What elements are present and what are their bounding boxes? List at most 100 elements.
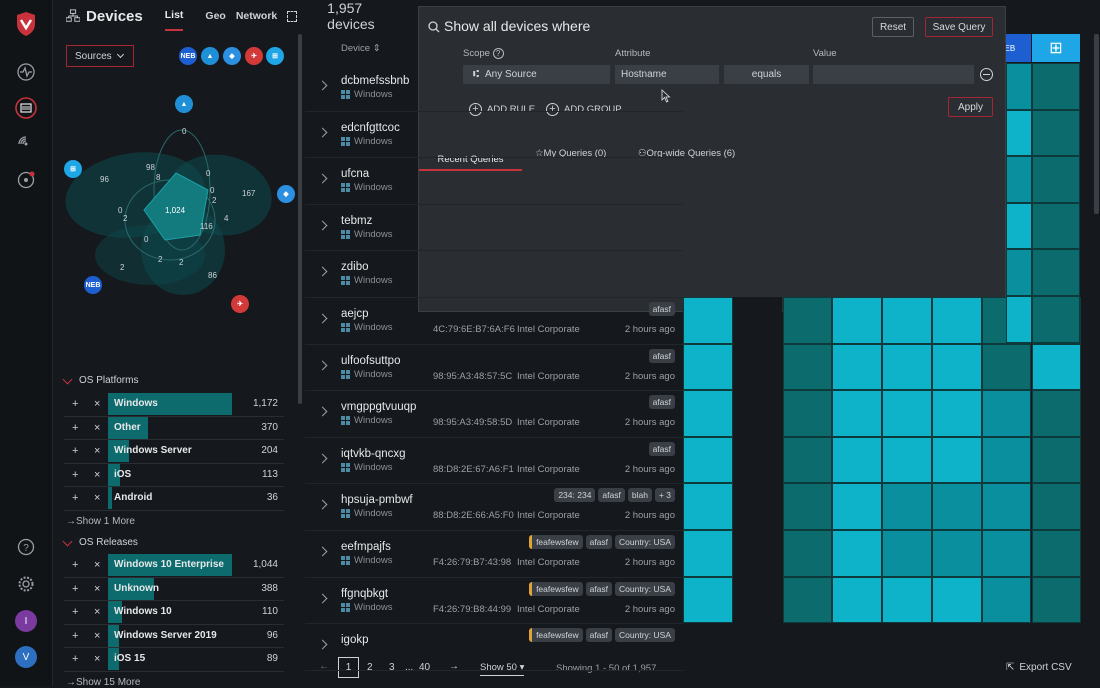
exclude-x-icon[interactable]: × (94, 445, 100, 457)
settings-icon[interactable] (14, 572, 38, 596)
tag-badge[interactable]: afasf (648, 348, 675, 363)
exclude-x-icon[interactable]: × (94, 606, 100, 618)
filter-row[interactable]: + × Windows 10 Enterprise 1,044 (64, 554, 284, 578)
include-plus-icon[interactable]: + (72, 583, 78, 595)
save-query-button[interactable]: Save Query (925, 17, 993, 37)
expand-row-icon[interactable] (317, 406, 328, 417)
include-plus-icon[interactable]: + (72, 492, 78, 504)
table-row[interactable]: edcnfgttcoc Windows (305, 112, 683, 159)
export-csv-button[interactable]: ⇱ Export CSV (1006, 662, 1072, 673)
tag-badge[interactable]: afasf (648, 302, 675, 316)
device-hostname[interactable]: tebmz (341, 215, 372, 227)
reset-button[interactable]: Reset (872, 17, 914, 37)
device-hostname[interactable]: iqtvkb-qncxg (341, 448, 406, 460)
tag-badge[interactable]: afasf (585, 628, 613, 643)
expand-row-icon[interactable] (317, 80, 328, 91)
table-row[interactable]: ffgnqbkgt Windows F4:26:79:B8:44:99 Intel C… (305, 578, 683, 625)
tag-badge[interactable]: afasf (585, 581, 613, 596)
include-plus-icon[interactable]: + (72, 653, 78, 665)
tag-badge[interactable]: feafewsfew (529, 581, 583, 596)
tag-badge[interactable]: feafewsfew (529, 535, 583, 549)
apply-button[interactable]: Apply (948, 97, 993, 117)
filter-row[interactable]: + × iOS 113 (64, 463, 284, 488)
tag-badge[interactable]: afasf (648, 441, 675, 456)
filter-row[interactable]: + × Windows 10 110 (64, 601, 284, 625)
exclude-x-icon[interactable]: × (94, 583, 100, 595)
os-platforms-header[interactable]: OS Platforms (62, 374, 138, 386)
grid-scrollbar[interactable] (1094, 34, 1099, 214)
neb-source-icon[interactable]: NEB (179, 47, 197, 65)
include-plus-icon[interactable]: + (72, 606, 78, 618)
tag-badge[interactable]: Country: USA (615, 581, 675, 596)
expand-row-icon[interactable] (317, 360, 328, 371)
filter-row[interactable]: + × Windows Server 2019 96 (64, 624, 284, 649)
logo-icon[interactable] (14, 12, 38, 36)
remove-rule-icon[interactable] (980, 68, 993, 81)
expand-row-icon[interactable] (317, 593, 328, 604)
filter-row[interactable]: + × Android 36 (64, 487, 284, 511)
value-input[interactable] (813, 65, 974, 84)
table-row[interactable]: tebmz Windows (305, 205, 683, 252)
expand-row-icon[interactable] (317, 220, 328, 231)
tag-badge[interactable]: feafewsfew (529, 628, 583, 643)
tab-list[interactable]: List (164, 1, 184, 31)
expand-row-icon[interactable] (317, 173, 328, 184)
table-row[interactable]: igokp feafewsfew afasf Country: USA (305, 624, 683, 671)
include-plus-icon[interactable]: + (72, 398, 78, 410)
table-row[interactable]: dcbmefssbnb Windows (305, 65, 683, 112)
device-hostname[interactable]: aejcp (341, 308, 369, 320)
expand-row-icon[interactable] (317, 639, 328, 650)
include-plus-icon[interactable]: + (72, 559, 78, 571)
exclude-x-icon[interactable]: × (94, 422, 100, 434)
tag-badge[interactable]: afasf (585, 535, 613, 549)
windows-column-icon[interactable]: ⊞ (1032, 34, 1080, 62)
radar-icon[interactable] (14, 132, 38, 156)
include-plus-icon[interactable]: + (72, 630, 78, 642)
table-row[interactable]: vmgppgtvuuqp Windows 98:95:A3:49:58:5D Inte… (305, 391, 683, 438)
device-hostname[interactable]: ffgnqbkgt (341, 588, 388, 600)
device-hostname[interactable]: ulfoofsuttpo (341, 355, 400, 367)
expand-row-icon[interactable] (317, 266, 328, 277)
device-hostname[interactable]: igokp (341, 634, 369, 646)
device-hostname[interactable]: zdibo (341, 261, 369, 273)
expand-row-icon[interactable] (317, 313, 328, 324)
device-hostname[interactable]: ufcna (341, 168, 369, 180)
avatar-user[interactable]: V (14, 645, 38, 669)
device-hostname[interactable]: vmgppgtvuuqp (341, 401, 416, 413)
tab-network[interactable]: Network (236, 10, 277, 22)
sources-dropdown[interactable]: Sources (66, 45, 134, 67)
os-releases-header[interactable]: OS Releases (62, 536, 138, 548)
panel-scrollbar[interactable] (298, 34, 302, 404)
include-plus-icon[interactable]: + (72, 422, 78, 434)
tag-badge[interactable]: blah (627, 488, 652, 503)
expand-row-icon[interactable] (317, 546, 328, 557)
include-plus-icon[interactable]: + (72, 469, 78, 481)
exclude-x-icon[interactable]: × (94, 469, 100, 481)
filter-row[interactable]: + × Other 370 (64, 416, 284, 441)
tag-badge[interactable]: 234: 234 (554, 488, 596, 503)
avatar-org[interactable]: I (14, 609, 38, 633)
include-plus-icon[interactable]: + (72, 445, 78, 457)
operator-select[interactable]: equals (724, 65, 809, 84)
exclude-x-icon[interactable]: × (94, 492, 100, 504)
filter-row[interactable]: + × iOS 15 89 (64, 648, 284, 672)
expand-row-icon[interactable] (317, 453, 328, 464)
filter-row[interactable]: + × Windows Server 204 (64, 440, 284, 464)
windows-source-icon[interactable]: ⊞ (266, 47, 284, 65)
table-row[interactable]: zdibo Windows (305, 251, 683, 298)
diamond-source-icon[interactable]: ◆ (223, 47, 241, 65)
device-hostname[interactable]: edcnfgttcoc (341, 122, 400, 134)
table-row[interactable]: eefmpajfs Windows F4:26:79:B7:43:98 Intel C… (305, 531, 683, 578)
table-row[interactable]: iqtvkb-qncxg Windows 88:D8:2E:67:A6:F1 Inte… (305, 438, 683, 485)
table-row[interactable]: aejcp Windows 4C:79:6E:B7:6A:F6 Intel Corpo… (305, 298, 683, 345)
tab-geo[interactable]: Geo (205, 10, 225, 22)
table-row[interactable]: ulfoofsuttpo Windows 98:95:A3:48:57:5C Inte… (305, 345, 683, 392)
exclude-x-icon[interactable]: × (94, 559, 100, 571)
tag-badge[interactable]: Country: USA (615, 628, 675, 643)
table-row[interactable]: hpsuja-pmbwf Windows 88:D8:2E:66:A5:F0 Inte… (305, 484, 683, 531)
exclude-x-icon[interactable]: × (94, 398, 100, 410)
tag-badge[interactable]: Country: USA (615, 535, 675, 549)
bird-source-icon[interactable]: ✈ (245, 47, 263, 65)
table-row[interactable]: ufcna Windows (305, 158, 683, 205)
filter-row[interactable]: + × Windows 1,172 (64, 393, 284, 417)
